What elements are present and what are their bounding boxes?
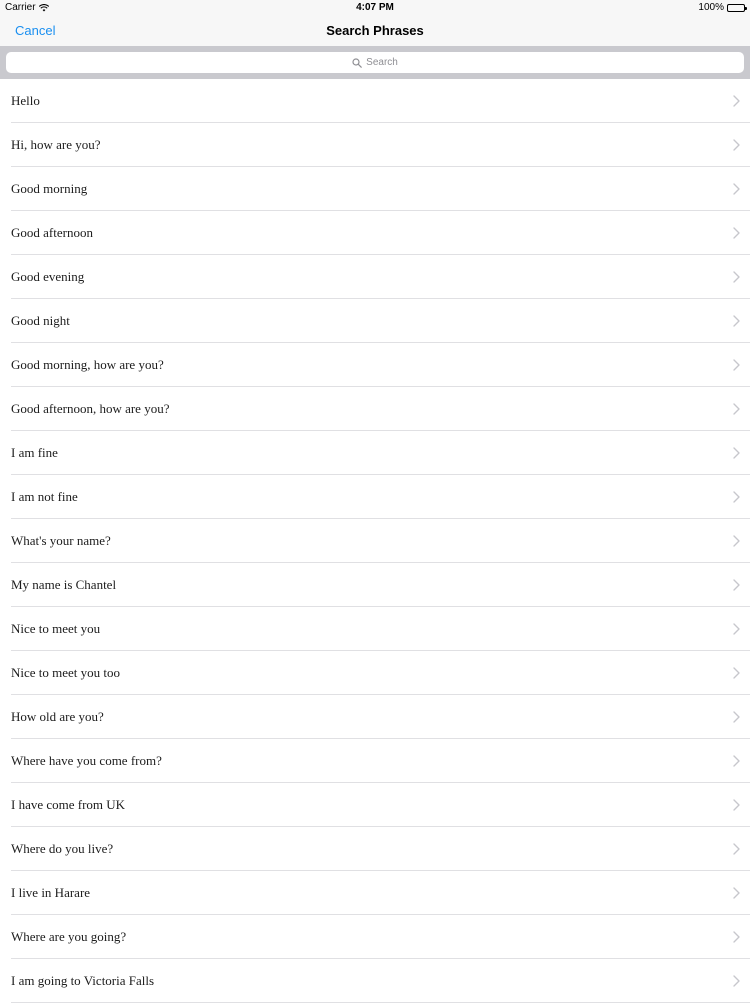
list-item[interactable]: Hi, how are you? — [0, 123, 750, 167]
battery-percent: 100% — [698, 2, 724, 13]
chevron-right-icon — [733, 711, 740, 723]
list-item[interactable]: Hello — [0, 79, 750, 123]
phrase-label: I am not fine — [11, 489, 78, 504]
phrase-label: Where have you come from? — [11, 753, 162, 768]
phrase-label: I have come from UK — [11, 797, 126, 812]
list-item[interactable]: Good afternoon, how are you? — [0, 387, 750, 431]
phrase-label: Hello — [11, 93, 40, 108]
phrase-label: I am going to Victoria Falls — [11, 973, 155, 988]
chevron-right-icon — [733, 843, 740, 855]
chevron-right-icon — [733, 491, 740, 503]
list-item[interactable]: Nice to meet you — [0, 607, 750, 651]
chevron-right-icon — [733, 799, 740, 811]
search-bar: Search — [0, 46, 750, 79]
phrase-label: My name is Chantel — [11, 577, 117, 592]
phrase-label: Good afternoon — [11, 225, 93, 240]
chevron-right-icon — [733, 579, 740, 591]
phrase-label: I am fine — [11, 445, 58, 460]
chevron-right-icon — [733, 623, 740, 635]
status-time: 4:07 PM — [356, 2, 394, 13]
magnifier-icon — [352, 57, 362, 68]
list-item[interactable]: I have come from UK — [0, 783, 750, 827]
list-item[interactable]: How old are you? — [0, 695, 750, 739]
chevron-right-icon — [733, 931, 740, 943]
list-item[interactable]: Where are you going? — [0, 915, 750, 959]
phrase-label: Where do you live? — [11, 841, 114, 856]
phrase-label: Hi, how are you? — [11, 137, 101, 152]
chevron-right-icon — [733, 403, 740, 415]
chevron-right-icon — [733, 755, 740, 767]
list-item[interactable]: Good night — [0, 299, 750, 343]
chevron-right-icon — [733, 887, 740, 899]
battery-icon — [727, 3, 747, 12]
phrase-label: Where are you going? — [11, 929, 127, 944]
chevron-right-icon — [733, 315, 740, 327]
list-item[interactable]: Nice to meet you too — [0, 651, 750, 695]
navigation-bar: Cancel Search Phrases — [0, 16, 750, 46]
phrase-label: Good morning, how are you? — [11, 357, 164, 372]
phrase-label: How old are you? — [11, 709, 104, 724]
list-item[interactable]: I live in Harare — [0, 871, 750, 915]
chevron-right-icon — [733, 183, 740, 195]
phrase-list: Hello Hi, how are you? Good morning Good af… — [0, 79, 750, 1003]
chevron-right-icon — [733, 447, 740, 459]
page-title: Search Phrases — [326, 23, 424, 38]
list-item[interactable]: I am going to Victoria Falls — [0, 959, 750, 1003]
phrase-label: I live in Harare — [11, 885, 91, 900]
list-item[interactable]: Good evening — [0, 255, 750, 299]
list-item[interactable]: Good morning — [0, 167, 750, 211]
chevron-right-icon — [733, 227, 740, 239]
phrase-label: What's your name? — [11, 533, 111, 548]
list-item[interactable]: Where do you live? — [0, 827, 750, 871]
chevron-right-icon — [733, 975, 740, 987]
list-item[interactable]: My name is Chantel — [0, 563, 750, 607]
phrase-label: Good afternoon, how are you? — [11, 401, 170, 416]
search-placeholder: Search — [366, 57, 398, 68]
search-input[interactable]: Search — [6, 52, 744, 73]
battery-indicator: 100% — [698, 2, 747, 13]
status-bar: Carrier 4:07 PM 100% — [0, 0, 750, 16]
list-item[interactable]: What's your name? — [0, 519, 750, 563]
chevron-right-icon — [733, 139, 740, 151]
chevron-right-icon — [733, 359, 740, 371]
phrase-label: Good morning — [11, 181, 88, 196]
list-item[interactable]: Good morning, how are you? — [0, 343, 750, 387]
phrase-label: Nice to meet you — [11, 621, 101, 636]
list-item[interactable]: I am not fine — [0, 475, 750, 519]
chevron-right-icon — [733, 95, 740, 107]
chevron-right-icon — [733, 271, 740, 283]
list-item[interactable]: Good afternoon — [0, 211, 750, 255]
chevron-right-icon — [733, 535, 740, 547]
phrase-label: Good evening — [11, 269, 85, 284]
phrase-label: Nice to meet you too — [11, 665, 121, 680]
phrase-label: Good night — [11, 313, 70, 328]
list-item[interactable]: I am fine — [0, 431, 750, 475]
list-item[interactable]: Where have you come from? — [0, 739, 750, 783]
chevron-right-icon — [733, 667, 740, 679]
